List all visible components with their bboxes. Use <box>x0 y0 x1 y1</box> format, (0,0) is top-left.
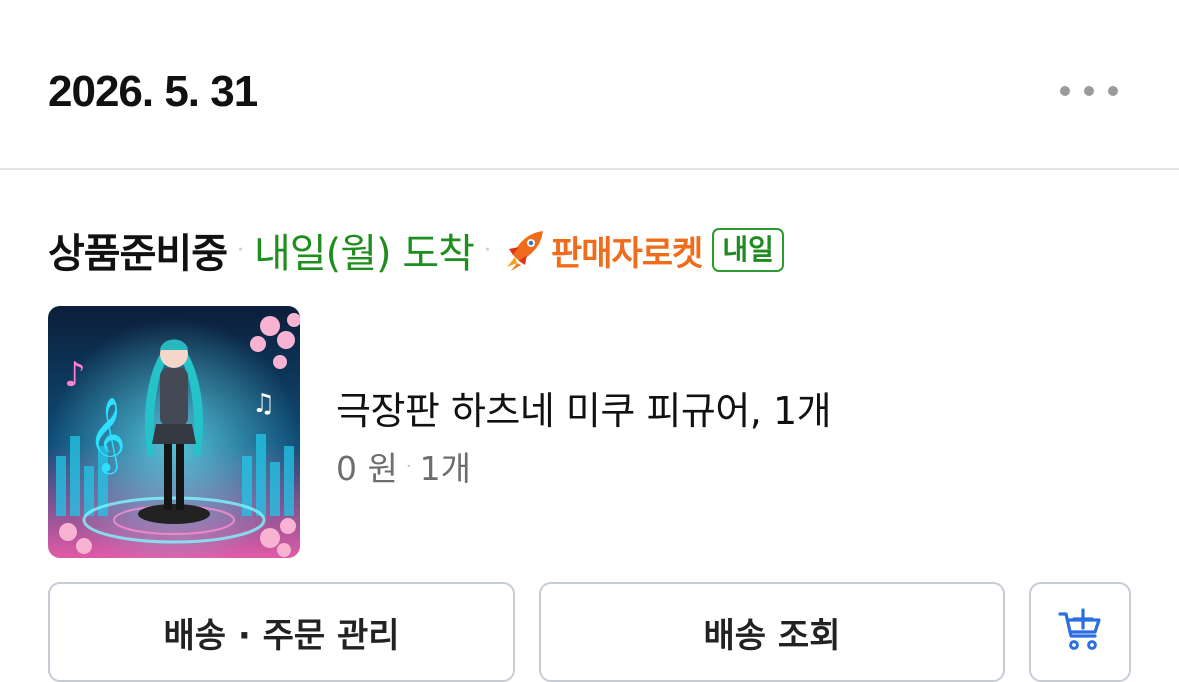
more-horizontal-icon <box>1060 86 1070 96</box>
add-to-cart-button[interactable] <box>1029 582 1131 682</box>
svg-text:♪: ♪ <box>64 355 86 395</box>
more-options-button[interactable] <box>1060 76 1118 106</box>
manage-order-button[interactable]: 배송 · 주문 관리 <box>48 582 515 682</box>
manage-order-label: 배송 · 주문 관리 <box>163 616 400 656</box>
separator-dot: · <box>483 237 491 263</box>
delivery-status-row: 상품준비중 · 내일(월) 도착 · 판매자로켓 내일 <box>48 218 784 282</box>
order-date: 2026. 5. 31 <box>48 67 258 116</box>
order-header: 2026. 5. 31 <box>0 0 1179 170</box>
tomorrow-badge: 내일 <box>712 228 784 272</box>
price-row: 0 원 · 1개 <box>336 442 471 490</box>
product-quantity: 1개 <box>419 449 471 488</box>
product-name[interactable]: 극장판 하츠네 미쿠 피규어, 1개 <box>336 380 832 435</box>
product-price: 0 원 <box>336 449 398 488</box>
rocket-icon <box>506 231 543 271</box>
product-image: 𝄞 ♪ ♫ <box>48 306 300 558</box>
track-delivery-button[interactable]: 배송 조회 <box>539 582 1005 682</box>
separator-dot: · <box>405 455 412 477</box>
arrival-date: 내일(월) 도착 <box>254 231 475 277</box>
track-delivery-label: 배송 조회 <box>703 616 841 656</box>
product-thumbnail[interactable]: 𝄞 ♪ ♫ <box>48 306 300 558</box>
add-to-cart-icon <box>1058 608 1101 650</box>
shipping-status: 상품준비중 <box>48 231 228 277</box>
seller-rocket-label: 판매자로켓 <box>550 233 703 274</box>
svg-text:♫: ♫ <box>252 389 275 419</box>
svg-text:𝄞: 𝄞 <box>88 398 126 475</box>
separator-dot: · <box>237 237 244 263</box>
